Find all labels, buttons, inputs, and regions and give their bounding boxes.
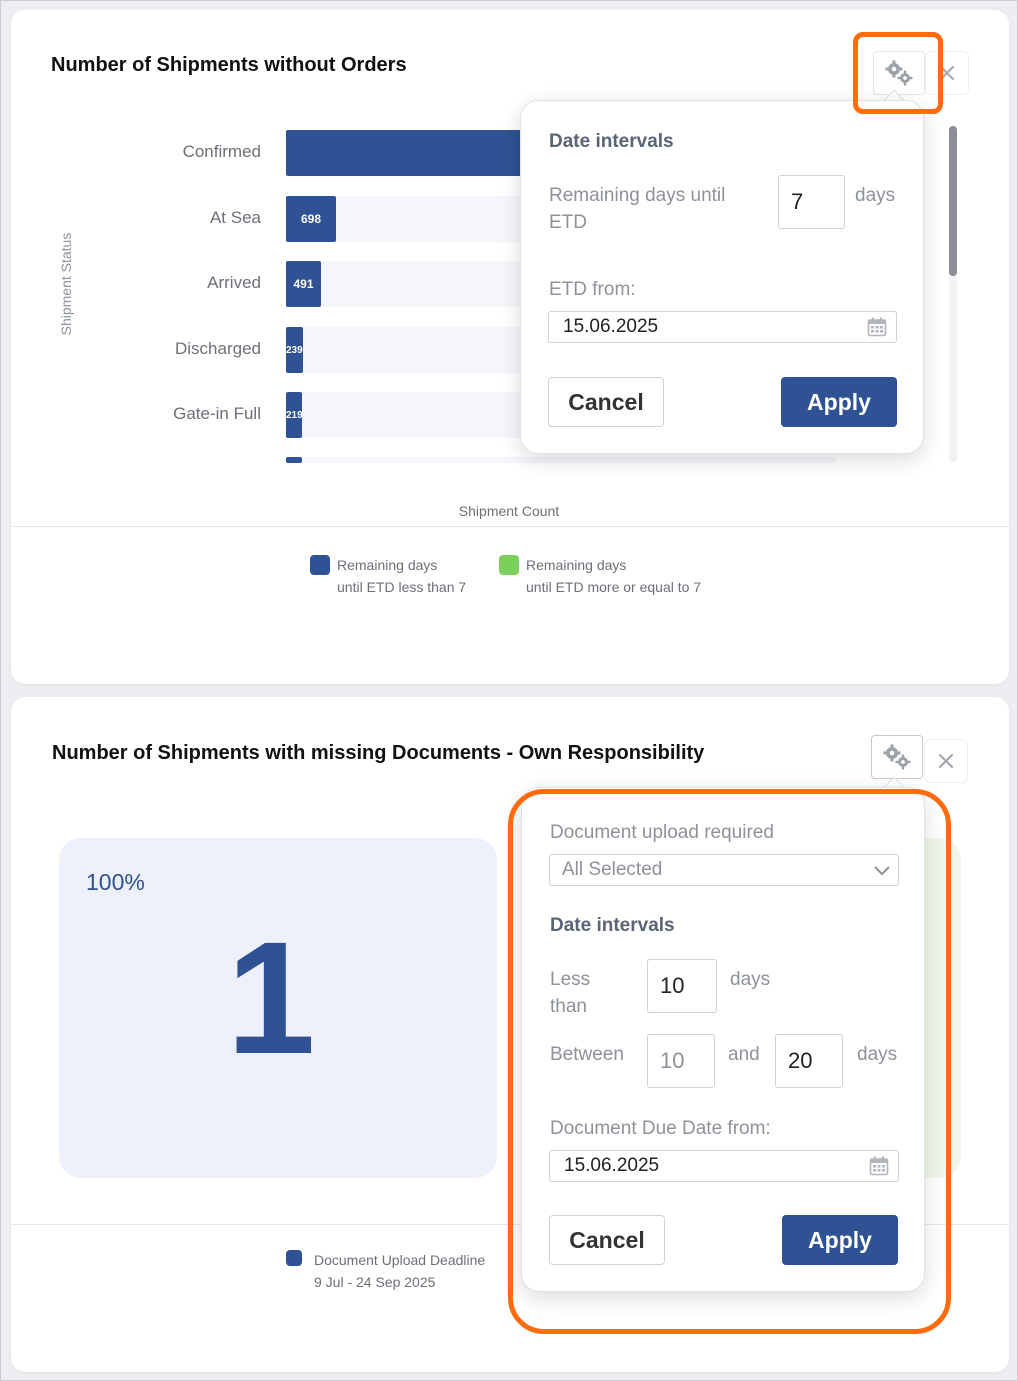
bar-track xyxy=(286,457,836,463)
bar-discharged[interactable]: 239 xyxy=(286,327,303,373)
bar-at-sea[interactable]: 698 xyxy=(286,196,336,242)
bar-value-label: 219 xyxy=(286,409,302,421)
category-labels: Confirmed At Sea Arrived Discharged Gate… xyxy=(71,10,261,490)
calendar-icon[interactable] xyxy=(867,317,887,337)
bar-value-label: 698 xyxy=(300,212,322,226)
kpi-tile[interactable]: 100% 1 xyxy=(59,838,497,1178)
legend-swatch-blue[interactable] xyxy=(310,555,330,575)
legend-line: Document Upload Deadline xyxy=(314,1252,486,1268)
settings-button[interactable] xyxy=(871,735,923,779)
etd-from-date-input[interactable]: 15.06.2025 xyxy=(548,311,897,343)
legend-item-less-than-7[interactable]: Remaining days until ETD less than 7 xyxy=(337,554,466,598)
card-title: Number of Shipments with missing Documen… xyxy=(52,742,705,764)
category-label: Confirmed xyxy=(182,142,261,161)
popover-highlight xyxy=(508,789,951,1334)
legend-item-more-or-equal-7[interactable]: Remaining days until ETD more or equal t… xyxy=(526,554,701,598)
category-label: Gate-in Full xyxy=(173,404,261,423)
popover-heading: Date intervals xyxy=(549,131,674,152)
bar-value-label: 239 xyxy=(286,344,303,356)
bar-partial xyxy=(286,457,302,463)
etd-from-value: 15.06.2025 xyxy=(563,316,659,337)
category-label: Discharged xyxy=(175,339,261,358)
legend-line: until ETD more or equal to 7 xyxy=(526,579,702,595)
divider xyxy=(11,526,1009,527)
x-axis-label: Shipment Count xyxy=(458,503,560,519)
legend-swatch-green[interactable] xyxy=(499,555,519,575)
etd-from-label: ETD from: xyxy=(549,279,636,300)
bar-gate-in-full[interactable]: 219 xyxy=(286,392,302,438)
legend-line: until ETD less than 7 xyxy=(337,579,467,595)
chart-scrollbar-thumb[interactable] xyxy=(949,126,957,276)
bar-arrived[interactable]: 491 xyxy=(286,261,321,307)
category-label: At Sea xyxy=(209,208,261,227)
legend-item-upload-deadline[interactable]: Document Upload Deadline 9 Jul - 24 Sep … xyxy=(314,1249,485,1293)
remaining-days-input[interactable]: 7 xyxy=(778,175,845,229)
gears-icon xyxy=(883,744,911,770)
kpi-value: 1 xyxy=(226,908,316,1087)
bar-value-label: 491 xyxy=(293,277,314,291)
days-unit-label: days xyxy=(855,185,896,206)
close-icon xyxy=(938,753,954,769)
date-intervals-popover: Date intervals Remaining days until ETD … xyxy=(520,100,924,454)
legend-swatch-blue[interactable] xyxy=(286,1250,302,1266)
apply-button[interactable]: Apply xyxy=(781,377,897,427)
legend-line: Remaining days xyxy=(337,557,438,573)
settings-highlight xyxy=(853,32,943,114)
remaining-days-label: Remaining days until ETD xyxy=(549,185,726,233)
legend-line: 9 Jul - 24 Sep 2025 xyxy=(314,1274,436,1290)
kpi-percent: 100% xyxy=(86,869,145,895)
close-button[interactable] xyxy=(924,739,968,783)
category-label: Arrived xyxy=(207,273,261,292)
cancel-button[interactable]: Cancel xyxy=(548,377,664,427)
legend-line: Remaining days xyxy=(526,557,627,573)
